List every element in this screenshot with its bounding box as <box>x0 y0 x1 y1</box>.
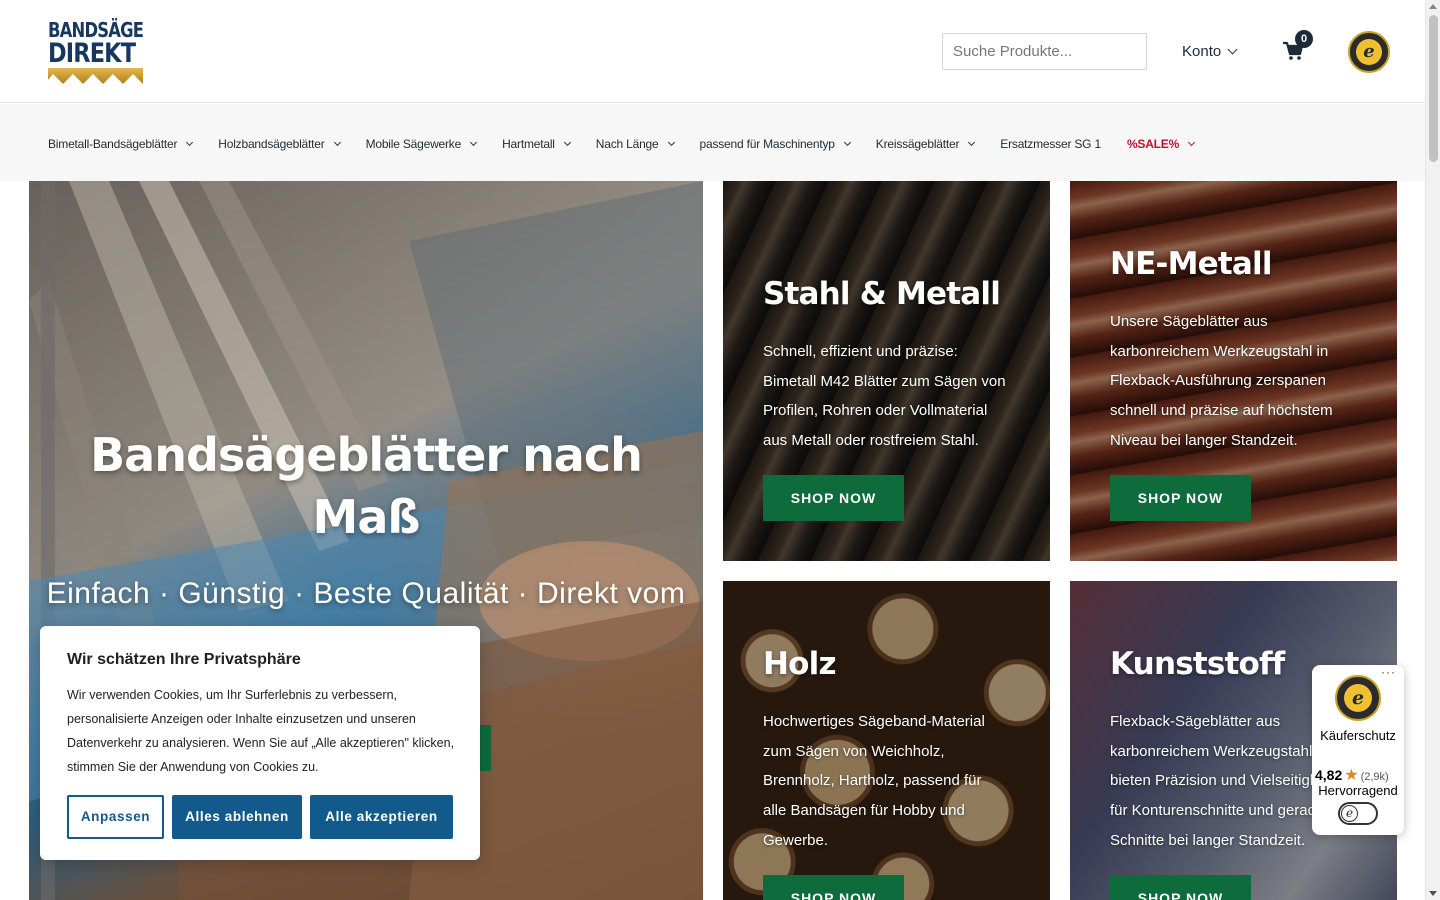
nav-item-hartmetall[interactable]: Hartmetall <box>502 137 571 151</box>
cookie-text: Wir verwenden Cookies, um Ihr Surferlebn… <box>67 688 455 774</box>
card-text: Unsere Sägeblätter aus karbonreichem Wer… <box>1110 313 1333 449</box>
cookie-accept-all-button[interactable]: Alle akzeptieren <box>310 795 453 839</box>
shop-now-button[interactable]: SHOP NOW <box>763 475 904 521</box>
widget-toggle[interactable]: e <box>1338 802 1378 825</box>
main-navigation: Bimetall-Bandsägeblätter Holzbandsägeblä… <box>0 104 1425 181</box>
logo-line-2: DIREKT <box>48 38 136 69</box>
rating-score: 4,82 <box>1315 767 1343 783</box>
shop-now-button[interactable]: SHOP NOW <box>1110 475 1251 521</box>
chevron-down-icon <box>186 138 194 147</box>
nav-item-mobile-saegewerke[interactable]: Mobile Sägewerke <box>365 137 478 151</box>
nav-item-bimetall[interactable]: Bimetall-Bandsägeblätter <box>48 137 194 151</box>
seal-letter: e <box>1344 684 1372 712</box>
chevron-down-icon <box>1188 138 1196 147</box>
page-scrollbar[interactable] <box>1425 0 1440 900</box>
nav-item-label: Mobile Sägewerke <box>365 137 462 151</box>
card-text: Schnell, effizient und präzise: Bimetall… <box>763 343 1006 450</box>
chevron-down-icon <box>563 138 571 147</box>
nav-item-holzbandsaegeblaetter[interactable]: Holzbandsägeblätter <box>218 137 341 151</box>
cookie-title: Wir schätzen Ihre Privatsphäre <box>67 651 301 668</box>
account-label: Konto <box>1182 43 1222 60</box>
site-logo[interactable]: BANDSÄGE DIREKT <box>48 20 144 84</box>
trusted-shops-widget[interactable]: ··· e Käuferschutz 4,82 ★ (2,9k) Hervorr… <box>1312 665 1404 835</box>
saw-blade-icon <box>48 68 143 84</box>
hero-subtitle: Einfach · Günstig · Beste Qualität · Dir… <box>46 577 686 610</box>
nav-item-ersatzmesser[interactable]: Ersatzmesser SG 1 <box>1000 137 1101 151</box>
logo-line-1: BANDSÄGE <box>48 18 144 42</box>
scroll-down-arrow-icon[interactable] <box>1429 891 1437 896</box>
toggle-e-icon: e <box>1341 805 1358 822</box>
category-card-holz: Holz Hochwertiges Sägeband-Material zum … <box>723 581 1050 900</box>
card-title: Holz <box>763 646 837 682</box>
category-card-ne-metall: NE-Metall Unsere Sägeblätter aus karbonr… <box>1070 181 1397 561</box>
nav-item-label: Holzbandsägeblätter <box>218 137 325 151</box>
nav-item-label: Kreissägeblätter <box>875 137 960 151</box>
hero-title: Bandsägeblätter nach Maß <box>90 428 643 544</box>
card-title: NE-Metall <box>1110 246 1272 282</box>
shop-now-button[interactable]: SHOP NOW <box>1110 875 1251 900</box>
card-title: Stahl & Metall <box>763 276 1001 312</box>
nav-item-label: Bimetall-Bandsägeblätter <box>48 137 178 151</box>
nav-item-sale[interactable]: %SALE% <box>1126 137 1196 151</box>
nav-item-kreissaegeblaetter[interactable]: Kreissägeblätter <box>875 137 976 151</box>
search-input[interactable] <box>942 33 1147 70</box>
account-menu[interactable]: Konto <box>1182 43 1238 60</box>
card-title: Kunststoff <box>1110 646 1285 682</box>
nav-item-label: %SALE% <box>1126 137 1180 151</box>
cart-count-badge: 0 <box>1295 30 1313 48</box>
cookie-consent-dialog: Wir schätzen Ihre Privatsphäre Wir verwe… <box>40 626 480 860</box>
nav-item-label: passend für Maschinentyp <box>699 137 835 151</box>
trusted-shops-seal-icon[interactable]: e <box>1348 31 1390 73</box>
rating-row: 4,82 ★ (2,9k) <box>1315 765 1403 785</box>
nav-item-nach-laenge[interactable]: Nach Länge <box>595 137 675 151</box>
trust-seal-letter: e <box>1356 39 1382 65</box>
nav-item-label: Hartmetall <box>502 137 555 151</box>
trusted-shops-seal-icon: e <box>1335 675 1381 721</box>
scrollbar-thumb[interactable] <box>1429 15 1438 162</box>
more-options-icon[interactable]: ··· <box>1381 665 1396 679</box>
cookie-customize-button[interactable]: Anpassen <box>67 795 164 839</box>
nav-item-maschinentyp[interactable]: passend für Maschinentyp <box>699 137 851 151</box>
buyer-protection-label: Käuferschutz <box>1320 728 1396 743</box>
shop-now-button[interactable]: SHOP NOW <box>763 875 904 900</box>
site-header: BANDSÄGE DIREKT Konto 0 e <box>0 0 1425 103</box>
chevron-down-icon <box>470 138 478 147</box>
star-icon: ★ <box>1344 767 1359 784</box>
chevron-down-icon <box>333 138 341 147</box>
nav-item-label: Nach Länge <box>595 137 659 151</box>
chevron-down-icon <box>1227 44 1238 55</box>
category-card-stahl: Stahl & Metall Schnell, effizient und pr… <box>723 181 1050 561</box>
card-text: Flexback-Sägeblätter aus karbonreichem W… <box>1110 713 1334 849</box>
cookie-reject-all-button[interactable]: Alles ablehnen <box>172 795 302 839</box>
card-text: Hochwertiges Sägeband-Material zum Sägen… <box>763 713 985 849</box>
nav-item-label: Ersatzmesser SG 1 <box>1000 137 1101 151</box>
scroll-up-arrow-icon[interactable] <box>1429 4 1437 9</box>
chevron-down-icon <box>667 138 675 147</box>
review-count: (2,9k) <box>1360 771 1389 783</box>
chevron-down-icon <box>968 138 976 147</box>
chevron-down-icon <box>843 138 851 147</box>
rating-verdict: Hervorragend <box>1318 783 1398 798</box>
